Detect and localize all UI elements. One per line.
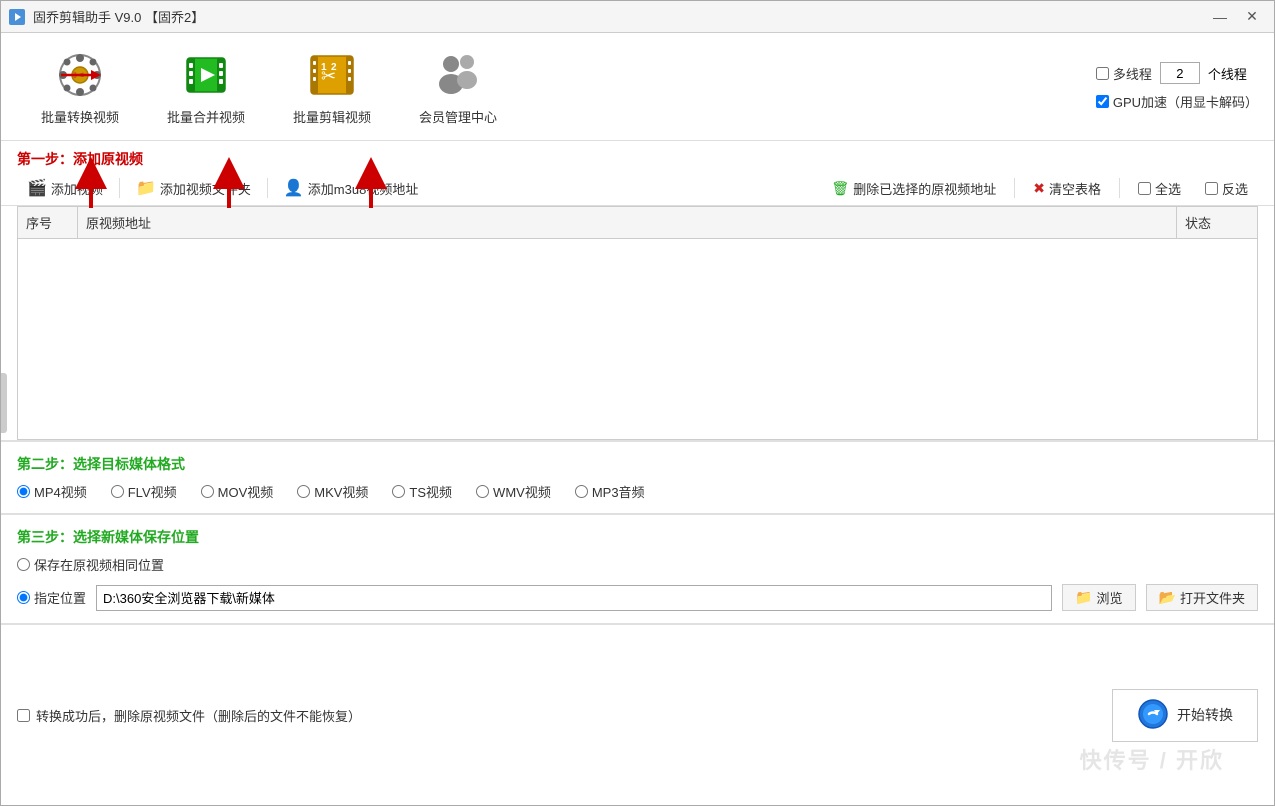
titlebar-controls: — ✕ [1206,6,1266,28]
close-button[interactable]: ✕ [1238,6,1266,28]
delete-icon: 🗑 [831,180,849,197]
titlebar-title: 固乔剪辑助手 V9.0 【固乔2】 [33,7,204,26]
batch-convert-icon: ✂ [52,47,108,103]
open-folder-icon: 📂 [1159,589,1176,606]
toolbar-item-member[interactable]: 会员管理中心 [395,41,521,132]
bottom-section: 转换成功后，删除原视频文件（删除后的文件不能恢复） 开始转换 [1,623,1274,805]
format-mov[interactable]: MOV视频 [201,482,274,501]
open-folder-button[interactable]: 📂 打开文件夹 [1146,584,1258,611]
browse-icon: 📁 [1075,589,1092,606]
separator-2 [267,178,268,198]
add-video-icon: 🎬 [27,178,47,198]
add-m3u8-button[interactable]: 👤 添加m3u8视频地址 [274,175,428,201]
radio-same-location[interactable] [17,558,30,571]
save-same-location[interactable]: 保存在原视频相同位置 [17,555,1258,574]
radio-mp4[interactable] [17,485,30,498]
table-header: 序号 原视频地址 状态 [18,207,1257,239]
add-folder-button[interactable]: 📁 添加视频文件夹 [126,175,261,201]
step3-title: 第三步：选择新媒体保存位置 [17,529,199,545]
toolbar-label-member: 会员管理中心 [419,107,497,126]
titlebar-left: 固乔剪辑助手 V9.0 【固乔2】 [9,7,204,26]
add-folder-icon: 📁 [136,178,156,198]
separator-3 [1014,178,1015,198]
format-wmv[interactable]: WMV视频 [476,482,551,501]
format-mp3[interactable]: MP3音频 [575,482,645,501]
gpu-label[interactable]: GPU加速（用显卡解码） [1096,92,1258,111]
thread-unit-label: 个线程 [1208,64,1247,83]
delete-checkbox[interactable] [17,709,30,722]
action-bar: 🎬 添加视频 📁 添加视频文件夹 👤 添加m3u8视频地址 🗑 删除已选择的原视… [1,171,1274,206]
radio-wmv[interactable] [476,485,489,498]
toolbar: ✂ 批量转换视频 [1,33,1274,141]
svg-text:1: 1 [321,62,327,73]
app-icon [9,9,25,25]
radio-ts[interactable] [392,485,405,498]
select-all-checkbox[interactable] [1138,182,1151,195]
step3-section: 第三步：选择新媒体保存位置 保存在原视频相同位置 指定位置 📁 浏览 📂 打开文 [1,513,1274,623]
format-options: MP4视频 FLV视频 MOV视频 MKV视频 TS视频 WMV视频 [17,482,1258,501]
main-window: 固乔剪辑助手 V9.0 【固乔2】 — ✕ [0,0,1275,806]
format-mkv[interactable]: MKV视频 [297,482,368,501]
radio-flv[interactable] [111,485,124,498]
gpu-row: GPU加速（用显卡解码） [1096,92,1258,111]
select-all-label[interactable]: 全选 [1128,176,1191,201]
toolbar-label-batch-edit: 批量剪辑视频 [293,107,371,126]
header-path: 原视频地址 [78,207,1177,238]
batch-merge-icon [178,47,234,103]
radio-mkv[interactable] [297,485,310,498]
svg-text:2: 2 [331,62,337,73]
member-icon [430,47,486,103]
toolbar-label-batch-convert: 批量转换视频 [41,107,119,126]
gpu-checkbox[interactable] [1096,95,1109,108]
toolbar-label-batch-merge: 批量合并视频 [167,107,245,126]
right-actions: 🗑 删除已选择的原视频地址 ✖ 清空表格 全选 反选 [821,176,1258,201]
toolbar-item-batch-merge[interactable]: 批量合并视频 [143,41,269,132]
titlebar: 固乔剪辑助手 V9.0 【固乔2】 — ✕ [1,1,1274,33]
start-icon [1137,698,1169,733]
separator-1 [119,178,120,198]
add-video-button[interactable]: 🎬 添加视频 [17,175,113,201]
delete-after-convert[interactable]: 转换成功后，删除原视频文件（删除后的文件不能恢复） [17,706,361,725]
clear-table-button[interactable]: ✖ 清空表格 [1023,176,1111,201]
step2-section: 第二步：选择目标媒体格式 MP4视频 FLV视频 MOV视频 MKV视频 TS视… [1,440,1274,513]
add-m3u8-icon: 👤 [284,178,304,198]
delete-selected-button[interactable]: 🗑 删除已选择的原视频地址 [821,176,1006,201]
deselect-checkbox[interactable] [1205,182,1218,195]
toolbar-item-batch-edit[interactable]: ✂ 1 2 批量剪辑视频 [269,41,395,132]
table-body [18,239,1257,439]
header-seq: 序号 [18,207,78,238]
multi-thread-row: 多线程 个线程 [1096,62,1258,84]
radio-mov[interactable] [201,485,214,498]
left-handle [1,373,7,433]
toolbar-right: 多线程 个线程 GPU加速（用显卡解码） [1096,62,1258,111]
format-flv[interactable]: FLV视频 [111,482,177,501]
header-status: 状态 [1177,207,1257,238]
thread-count-input[interactable] [1160,62,1200,84]
file-table: 序号 原视频地址 状态 [17,206,1258,440]
save-path-input[interactable] [96,585,1052,611]
step1-title: 第一步：添加原视频 [17,151,143,167]
format-mp4[interactable]: MP4视频 [17,482,87,501]
separator-4 [1119,178,1120,198]
start-btn-label: 开始转换 [1177,705,1233,725]
save-custom-location[interactable]: 指定位置 [17,588,86,607]
browse-button[interactable]: 📁 浏览 [1062,584,1135,611]
minimize-button[interactable]: — [1206,6,1234,28]
radio-mp3[interactable] [575,485,588,498]
format-ts[interactable]: TS视频 [392,482,452,501]
clear-icon: ✖ [1033,180,1045,197]
deselect-label[interactable]: 反选 [1195,176,1258,201]
radio-custom-location[interactable] [17,591,30,604]
batch-edit-icon: ✂ 1 2 [304,47,360,103]
start-btn-area: 开始转换 [1112,689,1258,742]
step2-title: 第二步：选择目标媒体格式 [17,456,185,472]
save-custom-row: 指定位置 📁 浏览 📂 打开文件夹 [17,584,1258,611]
multi-thread-label[interactable]: 多线程 [1096,64,1152,83]
start-convert-button[interactable]: 开始转换 [1112,689,1258,742]
save-options: 保存在原视频相同位置 指定位置 📁 浏览 📂 打开文件夹 [17,555,1258,611]
step1-header: 第一步：添加原视频 [1,141,1274,171]
toolbar-item-batch-convert[interactable]: ✂ 批量转换视频 [17,41,143,132]
multi-thread-checkbox[interactable] [1096,67,1109,80]
